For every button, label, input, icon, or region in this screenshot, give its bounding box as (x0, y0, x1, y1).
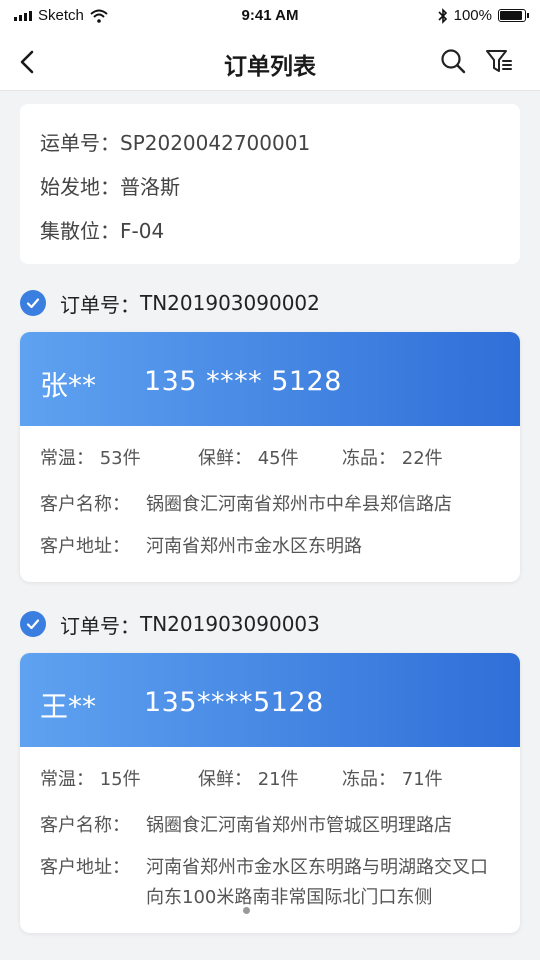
filter-button[interactable] (484, 46, 514, 76)
fresh-count: 保鲜： 45件 (198, 446, 342, 472)
customer-name-row: 客户名称： 锅圈食汇河南省郑州市中牟县郑信路店 (40, 490, 500, 520)
navigation-bar: 订单列表 (0, 34, 540, 91)
customer-name-row: 客户名称： 锅圈食汇河南省郑州市管城区明理路店 (40, 811, 500, 841)
station-value: F-04 (120, 219, 165, 243)
fresh-count: 保鲜： 21件 (198, 767, 342, 793)
origin-row: 始发地：普洛斯 (40, 172, 500, 216)
customer-phone[interactable]: 135 **** 5128 (144, 366, 342, 397)
normal-count: 常温： 15件 (40, 767, 198, 793)
customer-address-label: 客户地址： (40, 536, 130, 557)
order-card-body: 常温： 15件 保鲜： 21件 冻品： 71件 客户名称： 锅圈食汇河南省郑州市… (20, 747, 520, 913)
customer-address: 河南省郑州市金水区东明路 (146, 536, 362, 557)
customer-address: 河南省郑州市金水区东明路与明湖路交叉口向东100米路南非常国际北门口东侧 (146, 857, 488, 908)
customer-address-label: 客户地址： (40, 857, 130, 878)
customer-name: 锅圈食汇河南省郑州市中牟县郑信路店 (146, 494, 452, 515)
customer-name-label: 客户名称： (40, 815, 130, 836)
order-number: TN201903090002 (140, 291, 320, 315)
search-icon (441, 49, 466, 74)
checkbox-checked-icon[interactable] (20, 611, 46, 637)
normal-value: 53件 (99, 448, 141, 469)
waybill-number: SP2020042700001 (120, 131, 311, 155)
customer-phone[interactable]: 135****5128 (144, 687, 324, 718)
checkbox-checked-icon[interactable] (20, 290, 46, 316)
frozen-value: 71件 (401, 769, 443, 790)
normal-value: 15件 (99, 769, 141, 790)
order-number: TN201903090003 (140, 612, 320, 636)
customer-name: 锅圈食汇河南省郑州市管城区明理路店 (146, 815, 452, 836)
fresh-value: 45件 (257, 448, 299, 469)
station-row: 集散位：F-04 (40, 216, 500, 260)
normal-label: 常温： (40, 448, 94, 469)
station-label: 集散位： (40, 219, 120, 243)
status-bar: Sketch 9:41 AM 100% (0, 0, 540, 34)
customer-contact-name: 张** (40, 369, 97, 402)
frozen-label: 冻品： (342, 448, 397, 469)
fresh-value: 21件 (257, 769, 299, 790)
order-header[interactable]: 订单号： TN201903090003 (20, 609, 320, 639)
waybill-number-row: 运单号：SP2020042700001 (40, 128, 500, 172)
frozen-count: 冻品： 22件 (342, 446, 500, 472)
order-number-label: 订单号： (60, 613, 140, 638)
order-card[interactable]: 王** 135****5128 常温： 15件 保鲜： 21件 冻品： 71件 … (20, 653, 520, 933)
origin-value: 普洛斯 (120, 175, 180, 199)
item-counts: 常温： 15件 保鲜： 21件 冻品： 71件 (40, 767, 500, 793)
battery-percent: 100% (453, 7, 492, 24)
item-counts: 常温： 53件 保鲜： 45件 冻品： 22件 (40, 446, 500, 472)
customer-name-label: 客户名称： (40, 494, 130, 515)
frozen-count: 冻品： 71件 (342, 767, 500, 793)
customer-address-row: 客户地址： 河南省郑州市金水区东明路与明湖路交叉口向东100米路南非常国际北门口… (40, 853, 500, 913)
normal-count: 常温： 53件 (40, 446, 198, 472)
origin-label: 始发地： (40, 175, 120, 199)
order-card-header: 王** 135****5128 (20, 653, 520, 747)
battery-fill (500, 11, 522, 20)
order-card-header: 张** 135 **** 5128 (20, 332, 520, 426)
order-card[interactable]: 张** 135 **** 5128 常温： 53件 保鲜： 45件 冻品： 22… (20, 332, 520, 582)
order-header[interactable]: 订单号： TN201903090002 (20, 288, 320, 318)
fresh-label: 保鲜： (197, 448, 252, 469)
scroll-indicator-dot (243, 907, 250, 914)
frozen-label: 冻品： (342, 769, 397, 790)
waybill-card: 运单号：SP2020042700001 始发地：普洛斯 集散位：F-04 (20, 104, 520, 264)
normal-label: 常温： (40, 769, 94, 790)
waybill-number-label: 运单号： (40, 131, 120, 155)
frozen-value: 22件 (401, 448, 443, 469)
status-right: 100% (438, 7, 529, 24)
customer-contact-name: 王** (40, 690, 97, 723)
fresh-label: 保鲜： (197, 769, 252, 790)
customer-address-row: 客户地址： 河南省郑州市金水区东明路 (40, 532, 500, 562)
order-number-label: 订单号： (60, 292, 140, 317)
bluetooth-icon (438, 7, 447, 24)
order-card-body: 常温： 53件 保鲜： 45件 冻品： 22件 客户名称： 锅圈食汇河南省郑州市… (20, 426, 520, 562)
battery-icon (498, 9, 529, 22)
search-button[interactable] (438, 46, 468, 76)
filter-icon (486, 50, 512, 72)
